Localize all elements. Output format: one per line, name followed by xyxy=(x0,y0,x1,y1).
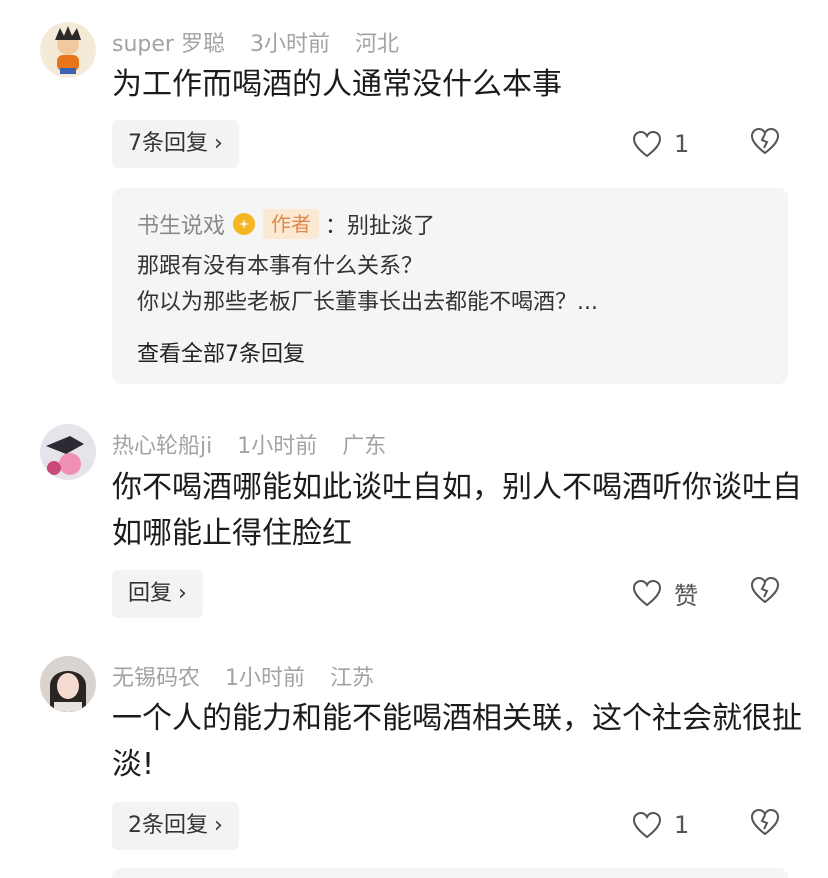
cartoon-avatar-icon xyxy=(40,22,96,78)
view-all-replies-link[interactable]: 查看全部7条回复 xyxy=(137,336,305,368)
like-button[interactable]: 1 xyxy=(632,124,689,164)
reply-line-2: 那跟有没有本事有什么关系？ xyxy=(137,254,424,279)
chevron-right-icon: › xyxy=(214,813,223,838)
reply-preview-partial[interactable] xyxy=(112,868,788,878)
comment-text: 为工作而喝酒的人通常没什么本事 xyxy=(112,67,562,102)
like-button[interactable]: 赞 xyxy=(632,573,698,613)
avatar[interactable] xyxy=(40,656,96,712)
reply-line-3: 你以为那些老板厂长董事长出去都能不喝酒？... xyxy=(137,290,598,315)
comment-meta: super 罗聪 3小时前 河北 xyxy=(112,26,417,58)
replies-button[interactable]: 2条回复 › xyxy=(112,802,239,850)
reply-button[interactable]: 回复 › xyxy=(112,570,203,618)
replies-label: 2条回复 xyxy=(128,813,208,838)
avatar[interactable] xyxy=(40,424,96,480)
username[interactable]: 无锡码农 xyxy=(112,666,200,691)
broken-heart-icon xyxy=(750,127,780,155)
location: 广东 xyxy=(342,434,387,459)
reply-username[interactable]: 书生说戏 xyxy=(137,208,225,240)
location: 河北 xyxy=(354,32,399,57)
comment-text: 一个人的能力和能不能喝酒相关联，这个社会就很扯淡! xyxy=(112,701,802,782)
like-button[interactable]: 1 xyxy=(632,805,689,845)
heart-icon xyxy=(632,579,662,607)
comment-text: 你不喝酒哪能如此谈吐自如，别人不喝酒听你谈吐自如哪能止得住脸红 xyxy=(112,470,802,551)
timestamp: 1小时前 xyxy=(225,666,306,691)
location: 江苏 xyxy=(330,666,375,691)
heart-icon xyxy=(632,811,662,839)
reply-header: 书生说戏 作者 ：别扯淡了 xyxy=(137,208,435,240)
reply-line-1: ：别扯淡了 xyxy=(325,214,436,239)
avatar[interactable] xyxy=(40,22,96,78)
reply-label: 回复 xyxy=(128,581,173,606)
dislike-button[interactable] xyxy=(750,808,784,842)
reply-preview[interactable]: 书生说戏 作者 ：别扯淡了 那跟有没有本事有什么关系？ 你以为那些老板厂长董事长… xyxy=(112,188,788,384)
broken-heart-icon xyxy=(750,808,780,836)
timestamp: 1小时前 xyxy=(237,434,318,459)
chevron-right-icon: › xyxy=(178,581,187,606)
chevron-right-icon: › xyxy=(214,131,223,156)
username[interactable]: 热心轮船ji xyxy=(112,434,212,459)
broken-heart-icon xyxy=(750,576,780,604)
level-badge-icon xyxy=(233,213,256,235)
replies-button[interactable]: 7条回复 › xyxy=(112,120,239,168)
photo-avatar-icon xyxy=(40,424,96,480)
dislike-button[interactable] xyxy=(750,127,784,161)
replies-label: 7条回复 xyxy=(128,131,208,156)
comment-meta: 热心轮船ji 1小时前 广东 xyxy=(112,428,404,460)
like-label: 赞 xyxy=(674,581,698,610)
dislike-button[interactable] xyxy=(750,576,784,610)
author-tag: 作者 xyxy=(263,209,320,239)
like-count: 1 xyxy=(674,811,690,839)
comment-meta: 无锡码农 1小时前 江苏 xyxy=(112,660,392,692)
like-count: 1 xyxy=(674,130,690,158)
timestamp: 3小时前 xyxy=(249,32,330,57)
heart-icon xyxy=(632,130,662,158)
username[interactable]: super 罗聪 xyxy=(112,32,225,57)
portrait-avatar-icon xyxy=(40,656,96,712)
